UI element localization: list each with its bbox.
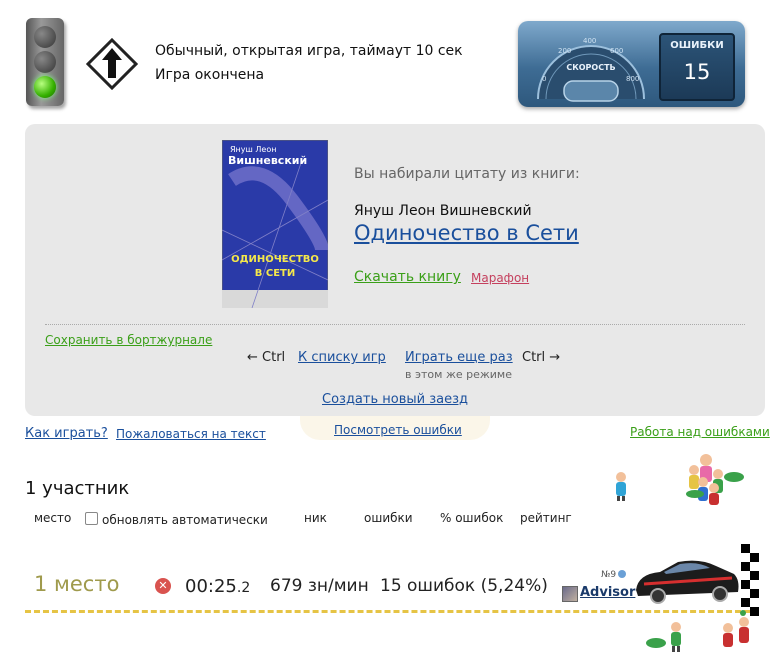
ctrl-right-hint: Ctrl → bbox=[522, 350, 561, 365]
game-status: Игра окончена bbox=[155, 67, 265, 83]
header-errors-pct: % ошибок bbox=[440, 511, 504, 525]
gauge-tick-0: 0 bbox=[542, 75, 546, 83]
auto-update-checkbox[interactable] bbox=[85, 512, 98, 525]
game-mode: Обычный, открытая игра, таймаут 10 сек bbox=[155, 43, 463, 59]
gauge-tick-600: 600 bbox=[610, 47, 623, 55]
book-cover-image[interactable]: Януш Леон Вишневский ОДИНОЧЕСТВО В СЕТИ bbox=[222, 140, 328, 308]
gauge-tick-200: 200 bbox=[558, 47, 571, 55]
participants-count: 1 участник bbox=[25, 478, 130, 499]
book-author: Януш Леон Вишневский bbox=[354, 203, 532, 219]
cover-author-line1: Януш Леон bbox=[230, 145, 276, 154]
spectator-icon bbox=[616, 472, 626, 501]
marathon-link[interactable]: Марафон bbox=[471, 271, 529, 285]
cover-author-line2: Вишневский bbox=[228, 154, 307, 167]
ctrl-left-hint: ← Ctrl bbox=[247, 350, 286, 365]
gauge-tick-800: 800 bbox=[626, 75, 639, 83]
how-to-play-link[interactable]: Как играть? bbox=[25, 426, 108, 441]
header-place: место bbox=[34, 511, 72, 525]
player-time: 00:25.2 bbox=[185, 576, 250, 597]
player-errors: 15 ошибок (5,24%) bbox=[380, 576, 548, 596]
time-main: 00:25 bbox=[185, 576, 237, 597]
finish-flag-icon bbox=[741, 544, 759, 616]
race-scene bbox=[616, 454, 759, 652]
view-errors-link[interactable]: Посмотреть ошибки bbox=[334, 423, 462, 437]
close-icon[interactable]: ✕ bbox=[155, 578, 171, 594]
book-title-link[interactable]: Одиночество в Сети bbox=[354, 221, 579, 245]
spectators-group-icon bbox=[686, 454, 744, 505]
spectators-bottom-icon bbox=[646, 610, 749, 652]
work-on-errors-link[interactable]: Работа над ошибками bbox=[630, 425, 770, 439]
direction-sign-icon bbox=[86, 38, 138, 90]
save-to-log-link[interactable]: Сохранить в бортжурнале bbox=[45, 333, 212, 347]
same-mode-label: в этом же режиме bbox=[405, 368, 512, 381]
player-place: 1 место bbox=[34, 572, 120, 596]
divider bbox=[45, 324, 745, 325]
avatar[interactable] bbox=[562, 586, 578, 602]
speed-gauge: 0 200 400 600 800 СКОРОСТЬ bbox=[537, 37, 645, 102]
gauge-tick-400: 400 bbox=[583, 37, 596, 45]
game-list-link[interactable]: К списку игр bbox=[298, 350, 386, 365]
auto-update-label[interactable]: обновлять автоматически bbox=[102, 513, 268, 527]
time-frac: .2 bbox=[236, 580, 251, 596]
cover-title-line1: ОДИНОЧЕСТВО bbox=[231, 254, 319, 265]
traffic-light-icon bbox=[26, 18, 64, 106]
header-errors: ошибки bbox=[364, 511, 413, 525]
speed-label: СКОРОСТЬ bbox=[566, 63, 615, 72]
traffic-lamp-yellow bbox=[34, 51, 56, 73]
player-speed: 679 зн/мин bbox=[270, 576, 369, 596]
header-rating: рейтинг bbox=[520, 511, 572, 525]
errors-label: ОШИБКИ bbox=[670, 40, 724, 51]
play-again-link[interactable]: Играть еще раз bbox=[405, 350, 513, 365]
traffic-lamp-red bbox=[34, 26, 56, 48]
download-book-link[interactable]: Скачать книгу bbox=[354, 269, 461, 285]
traffic-lamp-green bbox=[34, 76, 56, 98]
header-nick: ник bbox=[304, 511, 327, 525]
race-car-icon bbox=[618, 560, 739, 604]
create-race-link[interactable]: Создать новый заезд bbox=[322, 392, 468, 407]
cover-title-line2: В СЕТИ bbox=[255, 268, 295, 279]
speed-readout bbox=[563, 80, 619, 102]
errors-value: 15 bbox=[683, 60, 711, 84]
from-book-label: Вы набирали цитату из книги: bbox=[354, 166, 580, 182]
complain-link[interactable]: Пожаловаться на текст bbox=[116, 427, 266, 441]
